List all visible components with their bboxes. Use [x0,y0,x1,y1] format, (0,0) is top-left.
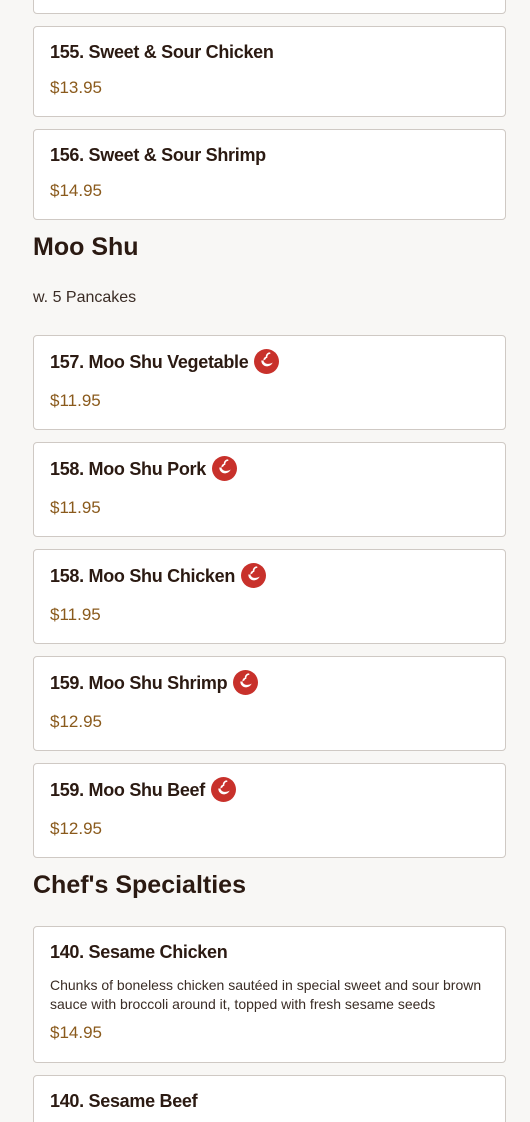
item-price: $12.95 [50,819,102,838]
chili-pepper-icon [210,777,236,802]
item-price: $11.95 [50,605,101,624]
section-title-chefs-specialties: Chef's Specialties [33,871,246,899]
menu-item-card[interactable]: 155. Sweet & Sour Chicken $13.95 [33,26,506,117]
item-price: $13.95 [50,78,102,97]
item-title: 140. Sesame Beef [50,1091,198,1111]
item-title: 159. Moo Shu Beef [50,780,205,800]
item-title: 156. Sweet & Sour Shrimp [50,145,266,165]
menu-item-card[interactable]: 157. Moo Shu Vegetable $11.95 [33,335,506,430]
item-price: $14.95 [50,181,102,200]
section-title-moo-shu: Moo Shu [33,233,139,261]
item-price: $11.95 [50,498,101,517]
menu-item-card[interactable]: 140. Sesame Chicken Chunks of boneless c… [33,926,506,1063]
item-title: 158. Moo Shu Chicken [50,566,236,586]
menu-item-card[interactable]: 159. Moo Shu Shrimp $12.95 [33,656,506,751]
chili-pepper-icon [241,563,267,588]
menu-item-card[interactable]: 158. Moo Shu Chicken $11.95 [33,549,506,644]
menu-item-card[interactable]: 156. Sweet & Sour Shrimp $14.95 [33,129,506,220]
menu-item-card[interactable]: 159. Moo Shu Beef $12.95 [33,763,506,858]
chili-pepper-icon [254,349,280,374]
item-title: 158. Moo Shu Pork [50,459,206,479]
item-price: $11.95 [50,391,101,410]
menu-item-card[interactable] [33,0,506,14]
item-description: Chunks of boneless chicken sautéed in sp… [50,977,482,1012]
chili-pepper-icon [233,670,259,695]
item-title: 157. Moo Shu Vegetable [50,352,249,372]
section-subtitle: w. 5 Pancakes [33,289,137,306]
menu-item-card[interactable]: 158. Moo Shu Pork $11.95 [33,442,506,537]
item-price: $12.95 [50,712,102,731]
item-title: 140. Sesame Chicken [50,942,228,962]
item-title: 159. Moo Shu Shrimp [50,673,228,693]
menu-item-card[interactable]: 140. Sesame Beef [33,1075,506,1122]
chili-pepper-icon [211,456,237,481]
item-price: $14.95 [50,1023,102,1042]
item-title: 155. Sweet & Sour Chicken [50,42,274,62]
